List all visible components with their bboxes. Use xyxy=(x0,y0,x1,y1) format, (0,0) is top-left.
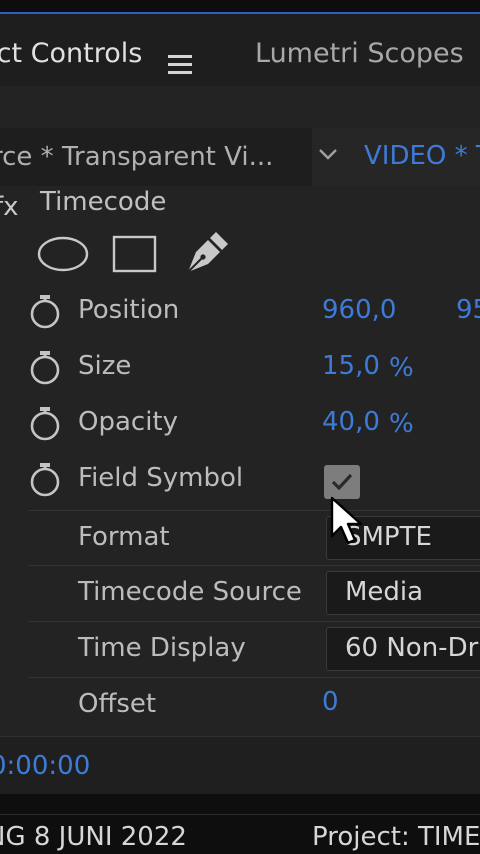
status-bar: NG 8 JUNI 2022 Project: TIME xyxy=(0,794,480,854)
position-y-value[interactable]: 95 xyxy=(456,295,480,325)
offset-value[interactable]: 0 xyxy=(322,687,339,717)
effect-name: Timecode xyxy=(40,187,167,217)
status-divider xyxy=(0,814,480,815)
size-label: Size xyxy=(78,351,132,381)
property-opacity: Opacity 40,0 % xyxy=(0,397,480,453)
pen-mask-icon[interactable] xyxy=(182,230,230,278)
time-display-dropdown[interactable]: 60 Non-Dr xyxy=(326,627,480,671)
timecode-source-dropdown[interactable]: Media xyxy=(326,571,480,615)
property-size: Size 15,0 % xyxy=(0,341,480,397)
window-top-edge xyxy=(0,0,480,14)
time-display-value: 60 Non-Dr xyxy=(345,633,479,663)
panel-menu-icon[interactable] xyxy=(168,55,192,75)
timecode-source-value: Media xyxy=(345,577,424,607)
row-divider xyxy=(28,565,480,566)
sequence-clip-label: VIDEO * T xyxy=(364,141,480,171)
position-label: Position xyxy=(78,295,180,325)
row-divider xyxy=(28,510,480,511)
position-x-value[interactable]: 960,0 xyxy=(322,295,396,325)
timecode-source-label: Timecode Source xyxy=(78,577,302,607)
size-unit: % xyxy=(389,353,414,383)
field-symbol-checkbox[interactable] xyxy=(324,465,360,499)
property-offset: Offset 0 xyxy=(0,677,480,733)
mask-tools xyxy=(0,226,480,282)
rectangle-mask-icon[interactable] xyxy=(112,234,158,274)
chevron-down-icon xyxy=(319,149,337,160)
property-timecode-source: Timecode Source Media xyxy=(0,565,480,621)
time-display-label: Time Display xyxy=(78,633,246,663)
format-label: Format xyxy=(78,522,170,552)
date-label: NG 8 JUNI 2022 xyxy=(0,822,187,852)
fx-icon[interactable]: fx xyxy=(0,192,19,222)
opacity-label: Opacity xyxy=(78,407,179,437)
project-label: Project: TIME xyxy=(312,822,480,852)
sequence-clip-selector[interactable]: VIDEO * T xyxy=(312,128,480,186)
field-symbol-label: Field Symbol xyxy=(78,463,244,493)
ellipse-mask-icon[interactable] xyxy=(36,234,90,274)
stopwatch-icon[interactable] xyxy=(28,461,62,497)
stopwatch-icon[interactable] xyxy=(28,349,62,385)
size-value[interactable]: 15,0 xyxy=(322,351,380,381)
property-position: Position 960,0 95 xyxy=(0,285,480,341)
current-timecode[interactable]: 0:00:00 xyxy=(0,751,90,781)
row-divider xyxy=(28,621,480,622)
property-field-symbol: Field Symbol xyxy=(0,453,480,509)
property-format: Format SMPTE xyxy=(0,510,480,566)
checkmark-icon xyxy=(331,473,353,491)
opacity-unit: % xyxy=(389,409,414,439)
source-clip-label: rce * Transparent Vi... xyxy=(0,142,274,172)
tab-effect-controls[interactable]: ect Controls xyxy=(0,38,142,69)
property-time-display: Time Display 60 Non-Dr xyxy=(0,621,480,677)
source-bar: rce * Transparent Vi... VIDEO * T xyxy=(0,128,480,186)
tab-lumetri-scopes[interactable]: Lumetri Scopes xyxy=(255,38,464,69)
timeline-footer: 0:00:00 xyxy=(0,736,480,795)
stopwatch-icon[interactable] xyxy=(28,405,62,441)
panel-tab-bar: ect Controls Lumetri Scopes xyxy=(0,14,480,99)
opacity-value[interactable]: 40,0 xyxy=(322,407,380,437)
mouse-pointer-icon xyxy=(330,496,363,545)
stopwatch-icon[interactable] xyxy=(28,293,62,329)
row-divider xyxy=(28,677,480,678)
offset-label: Offset xyxy=(78,689,157,719)
